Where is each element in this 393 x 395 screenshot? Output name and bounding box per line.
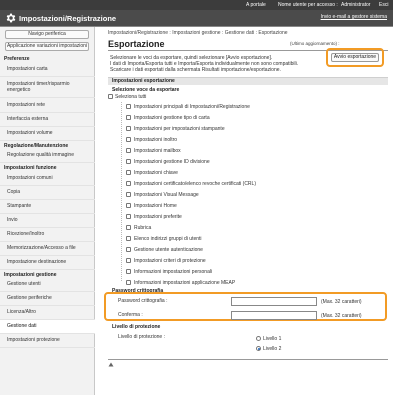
level-1-radio[interactable] xyxy=(256,336,261,341)
export-item-label: Impostazioni certificato/elenco revoche … xyxy=(134,181,256,187)
confirm-password-field[interactable] xyxy=(231,311,317,320)
level-2-radio[interactable] xyxy=(256,346,261,351)
sidebar-item-send[interactable]: Invio xyxy=(0,214,95,228)
user-name: Administrator xyxy=(341,2,371,8)
bottom-divider xyxy=(108,359,388,360)
export-item-checkbox[interactable] xyxy=(126,148,131,153)
export-item-checkbox[interactable] xyxy=(126,247,131,252)
portal-link[interactable]: A portale xyxy=(246,2,266,8)
export-item-label: Impostazioni Home xyxy=(134,203,177,209)
password-label: Password crittografia : xyxy=(118,298,168,304)
sidebar-item-image-quality[interactable]: Regolazione qualità immagine xyxy=(0,149,95,163)
export-item-checkbox[interactable] xyxy=(126,280,131,285)
sidebar-section-preferences: Preferenze xyxy=(4,56,30,62)
sidebar-item-users[interactable]: Gestione utenti xyxy=(0,278,95,292)
highlight-ring xyxy=(326,48,384,67)
confirm-max-note: (Max. 32 caratteri) xyxy=(321,313,362,319)
export-item-checkbox[interactable] xyxy=(126,214,131,219)
description-line: Scaricare i dati esportati dalla scherma… xyxy=(110,67,281,73)
export-item-label: Elenco indirizzi gruppi di utenti xyxy=(134,236,202,242)
sidebar-item-timer[interactable]: Impostazioni timer/risparmio energetico xyxy=(0,78,95,98)
back-to-top-icon[interactable] xyxy=(108,362,114,368)
export-item-label: Impostazioni mailbox xyxy=(134,148,181,154)
export-item-label: Informazioni impostazioni personali xyxy=(134,269,213,275)
breadcrumb: Impostazioni/Registrazione : Impostazion… xyxy=(108,30,288,36)
sidebar-item-volume[interactable]: Impostazioni volume xyxy=(0,127,95,141)
export-item-checkbox[interactable] xyxy=(126,159,131,164)
select-all-checkbox[interactable] xyxy=(108,94,113,99)
export-item-checkbox[interactable] xyxy=(126,126,131,131)
export-item-checkbox[interactable] xyxy=(126,104,131,109)
export-item-checkbox[interactable] xyxy=(126,137,131,142)
export-item-checkbox[interactable] xyxy=(126,203,131,208)
export-item-label: Gestione utente autenticazione xyxy=(134,247,203,253)
sidebar-item-devices[interactable]: Gestione periferiche xyxy=(0,292,95,306)
export-item-label: Impostazioni gestione ID divisione xyxy=(134,159,210,165)
export-item-checkbox[interactable] xyxy=(126,115,131,120)
export-item-label: Rubrica xyxy=(134,225,152,231)
mail-admin-link[interactable]: Invio e-mail a gestore sistema xyxy=(321,14,387,20)
top-bar: A portale Nome utente per accesso : Admi… xyxy=(0,0,393,10)
tree-line xyxy=(121,102,122,281)
sidebar-item-data-management[interactable]: Gestione dati xyxy=(0,320,95,334)
logout-link[interactable]: Esci xyxy=(379,2,388,8)
select-all-label: Seleziona tutti xyxy=(115,94,147,100)
export-item-label: Impostazioni per impostazioni stampante xyxy=(134,126,225,132)
export-item-label: Informazioni impostazioni applicazione M… xyxy=(134,280,236,286)
user-label: Nome utente per accesso : xyxy=(278,2,338,8)
protection-label: Livello di protezione : xyxy=(118,334,165,340)
export-item-checkbox[interactable] xyxy=(126,192,131,197)
export-item-label: Impostazioni principali di Impostazioni/… xyxy=(134,104,250,110)
export-item-checkbox[interactable] xyxy=(126,181,131,186)
sidebar-item-paper[interactable]: Impostazioni carta xyxy=(0,63,95,77)
sidebar: Navigo periferica Applicazione variazion… xyxy=(0,27,95,395)
sidebar-item-network[interactable]: Impostazioni rete xyxy=(0,99,95,113)
confirm-label: Conferma : xyxy=(118,312,143,318)
level-1-label: Livello 1 xyxy=(263,336,282,342)
export-settings-header: Impostazioni esportazione xyxy=(108,77,388,85)
sidebar-item-license[interactable]: Licenza/Altro xyxy=(0,306,95,320)
export-item-label: Impostazioni chiave xyxy=(134,170,178,176)
export-item-label: Impostazioni gestione tipo di carta xyxy=(134,115,210,121)
export-item-checkbox[interactable] xyxy=(126,225,131,230)
sidebar-item-destination[interactable]: Impostazione destinazione xyxy=(0,256,95,270)
sidebar-item-copy[interactable]: Copia xyxy=(0,186,95,200)
page-title: Esportazione xyxy=(108,39,165,49)
export-item-checkbox[interactable] xyxy=(126,258,131,263)
export-item-checkbox[interactable] xyxy=(126,236,131,241)
export-item-label: Impostazioni preferite xyxy=(134,214,182,220)
gear-icon xyxy=(6,13,16,23)
level-2-label: Livello 2 xyxy=(263,346,282,352)
export-item-label: Impostazioni inoltro xyxy=(134,137,178,143)
sidebar-section-function: Impostazioni funzione xyxy=(4,165,57,171)
sidebar-item-external-interface[interactable]: Interfaccia esterna xyxy=(0,113,95,127)
last-update: (Ultimo aggiornamento) : xyxy=(290,41,340,46)
password-max-note: (Max. 32 caratteri) xyxy=(321,299,362,305)
sidebar-item-store-access[interactable]: Memorizzazione/Accesso a file xyxy=(0,242,95,256)
apply-settings-button[interactable]: Applicazione variazioni impostazioni xyxy=(5,42,89,51)
sidebar-item-receive[interactable]: Ricezione/Inoltro xyxy=(0,228,95,242)
export-item-checkbox[interactable] xyxy=(126,269,131,274)
sidebar-item-security[interactable]: Impostazioni protezione xyxy=(0,334,95,348)
sidebar-item-printer[interactable]: Stampante xyxy=(0,200,95,214)
device-nav-button[interactable]: Navigo periferica xyxy=(5,30,89,39)
export-item-label: Impostazioni criteri di protezione xyxy=(134,258,206,264)
password-field[interactable] xyxy=(231,297,317,306)
protection-heading: Livello di protezione xyxy=(112,324,161,330)
sidebar-item-common[interactable]: Impostazioni comuni xyxy=(0,172,95,186)
export-item-label: Impostazioni Visual Message xyxy=(134,192,199,198)
select-items-heading: Selezione voce da esportare xyxy=(112,87,180,93)
app-title: Impostazioni/Registrazione xyxy=(19,14,117,23)
export-item-checkbox[interactable] xyxy=(126,170,131,175)
